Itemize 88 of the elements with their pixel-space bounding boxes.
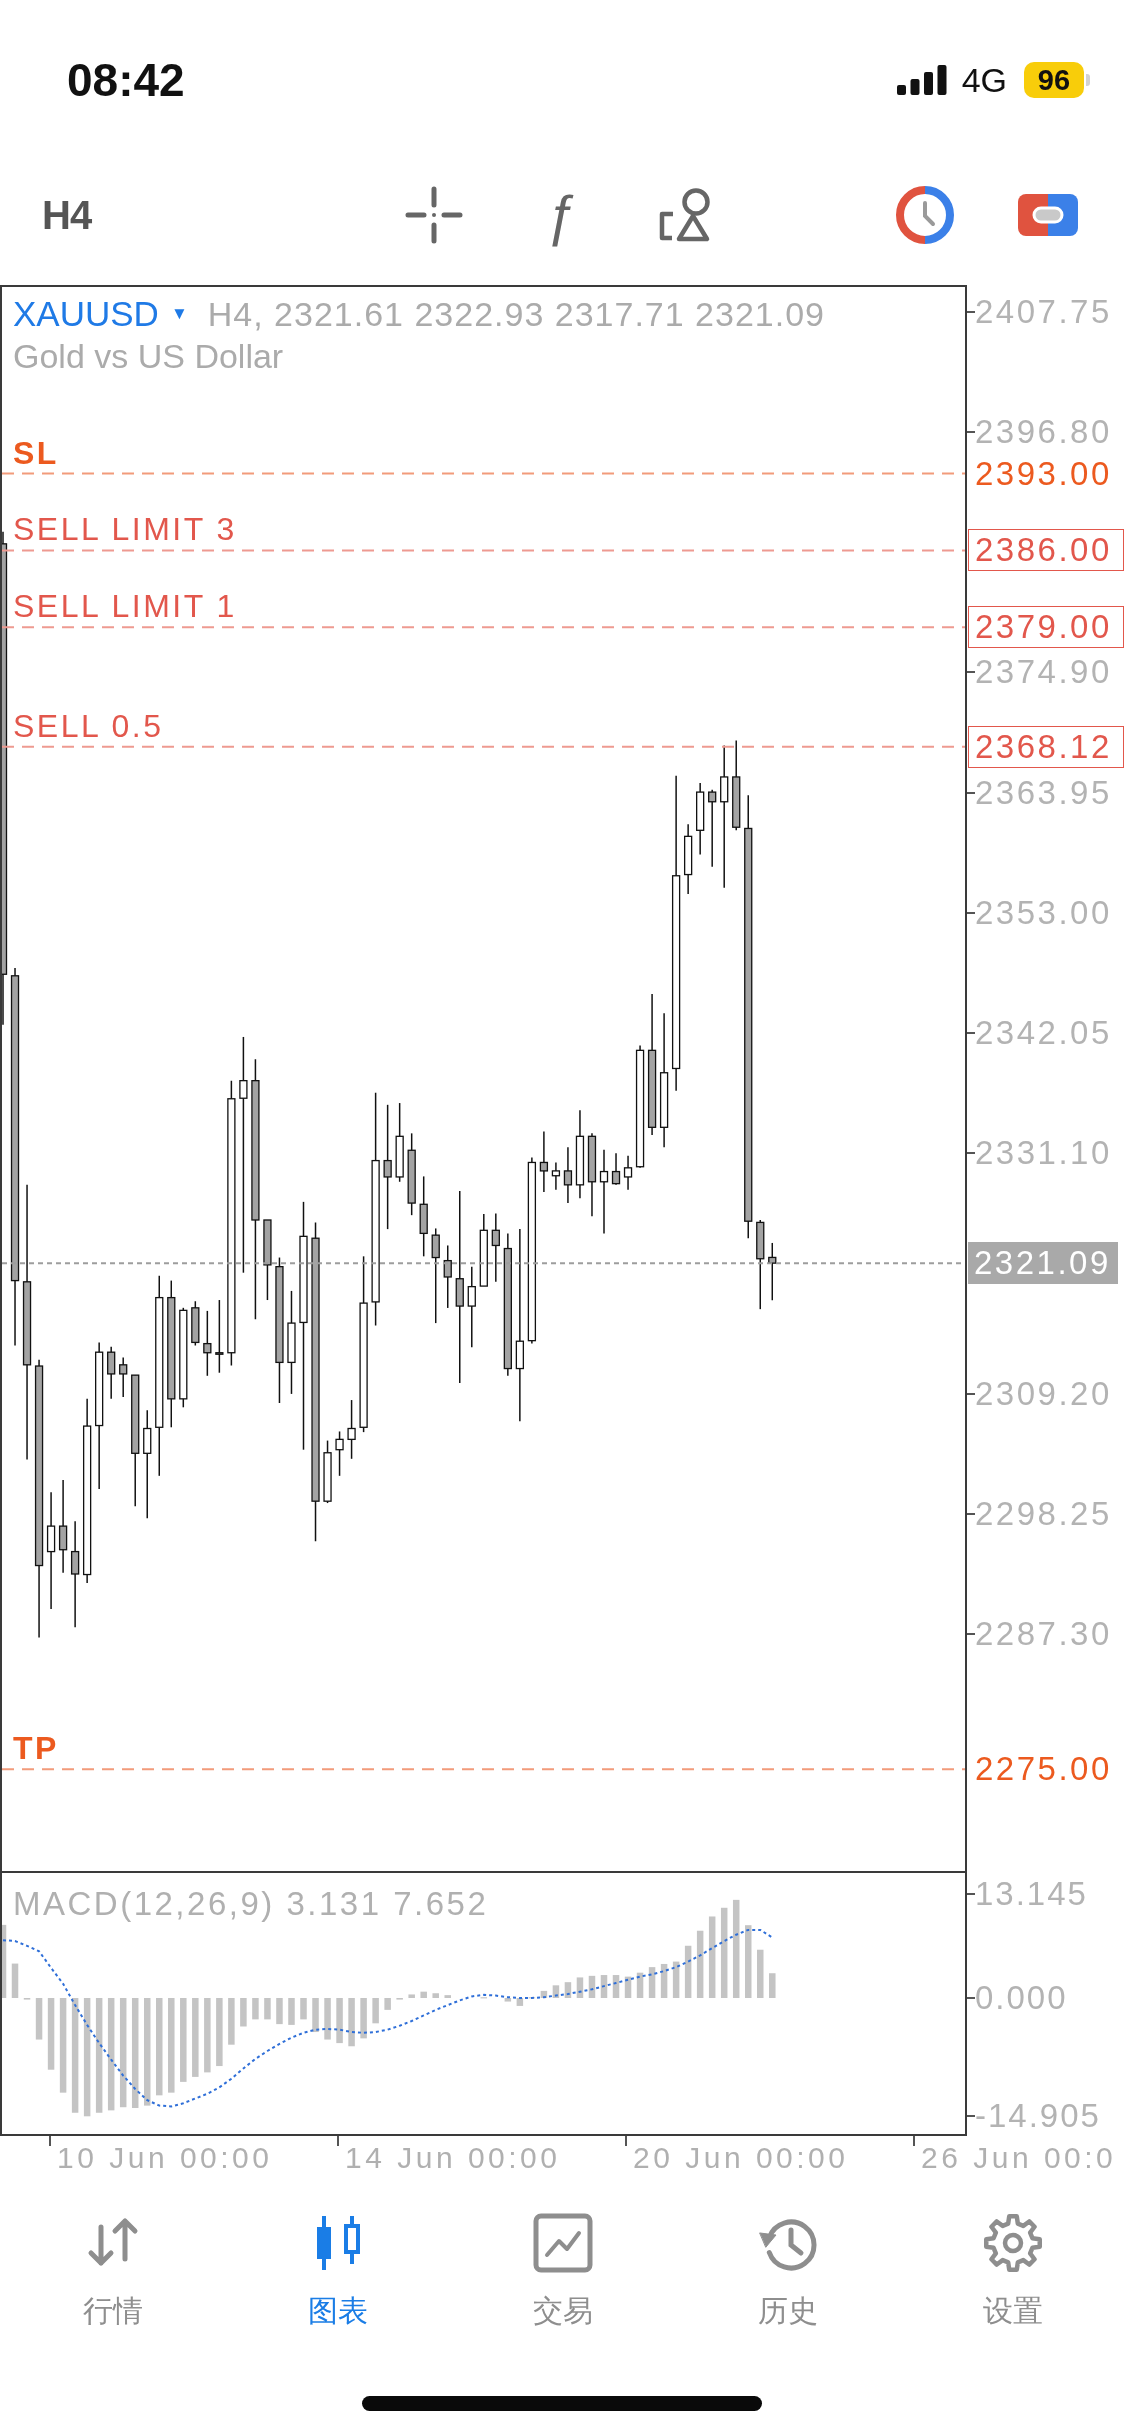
macd-bar — [348, 1998, 355, 2047]
macd-bar — [660, 1963, 668, 1998]
macd-bar — [696, 1930, 704, 1998]
macd-bar — [372, 1998, 379, 2024]
macd-bar — [288, 1998, 295, 2025]
order-label: SL — [13, 433, 59, 473]
clock-icon[interactable] — [895, 185, 956, 245]
macd-bar — [312, 1998, 319, 2033]
crosshair-icon[interactable] — [405, 186, 464, 244]
macd-bar — [504, 1998, 512, 2002]
macd-bar — [600, 1975, 608, 1998]
order-price-tag: 2368.12 — [968, 725, 1124, 768]
macd-bar — [564, 1982, 572, 1998]
macd-bar — [769, 1973, 776, 1998]
macd-bar — [552, 1985, 560, 1998]
macd-bar — [420, 1991, 427, 1998]
symbol-selector[interactable]: XAUUSD ▼ — [13, 293, 188, 335]
macd-bar — [757, 1949, 764, 1998]
price-label: 2342.05 — [975, 1013, 1112, 1053]
settings-icon — [982, 2213, 1043, 2273]
macd-bar — [636, 1972, 644, 1998]
order-price-tag: 2386.00 — [968, 529, 1124, 572]
macd-bar — [624, 1976, 632, 1998]
order-price-label: 2393.00 — [975, 453, 1112, 494]
battery-indicator: 96 — [1024, 62, 1090, 98]
macd-bar — [47, 1998, 55, 2070]
indicator-label: MACD(12,26,9) 3.131 7.652 — [12, 1884, 490, 1924]
nav-tab[interactable]: 图表 — [225, 2186, 450, 2336]
macd-bar — [35, 1998, 43, 2040]
date-label: 10 Jun 00:00 — [57, 2141, 273, 2174]
macd-bar — [11, 1963, 19, 1998]
nav-tab[interactable]: 设置 — [900, 2186, 1125, 2336]
price-label: 2298.25 — [975, 1493, 1112, 1534]
price-label: 2407.75 — [975, 291, 1112, 332]
indicator-axis-label: 13.145 — [975, 1873, 1088, 1914]
macd-bar — [276, 1998, 283, 2025]
order-label: TP — [13, 1729, 59, 1769]
shapes-icon[interactable] — [658, 188, 713, 242]
price-label: 2374.90 — [975, 652, 1112, 693]
date-label: 14 Jun 00:00 — [345, 2141, 561, 2174]
nav-tab[interactable]: 交易 — [450, 2186, 675, 2336]
order-price-tag: 2379.00 — [968, 606, 1124, 649]
macd-bar — [408, 1994, 415, 1998]
macd-bar — [300, 1998, 307, 2020]
macd-bar — [252, 1998, 259, 2020]
date-label: 20 Jun 00:00 — [633, 2141, 849, 2174]
macd-bar — [444, 1995, 451, 1998]
macd-bar — [648, 1967, 656, 1998]
indicator-axis-label: 0.000 — [975, 1978, 1068, 2018]
macd-bar — [684, 1945, 692, 1998]
toggle-icon[interactable] — [1018, 194, 1079, 236]
macd-bar — [540, 1990, 548, 1998]
macd-bar — [384, 1998, 391, 2010]
macd-bar — [360, 1998, 367, 2039]
price-label: 2287.30 — [975, 1614, 1112, 1655]
timeframe-button[interactable]: H4 — [42, 190, 92, 240]
current-price-tag: 2321.09 — [968, 1242, 1118, 1285]
macd-bar — [264, 1998, 271, 2020]
macd-bar — [324, 1998, 331, 2040]
macd-bar — [588, 1975, 596, 1998]
macd-bar — [612, 1975, 620, 1998]
macd-bar — [216, 1998, 223, 2067]
order-label: SELL LIMIT 3 — [13, 510, 237, 550]
price-label: 2331.10 — [975, 1133, 1112, 1174]
date-label: 26 Jun 00:0 — [921, 2141, 1117, 2174]
macd-bar — [576, 1977, 584, 1998]
line-chart-icon — [532, 2213, 593, 2273]
macd-bar — [336, 1998, 343, 2044]
order-price-label: 2275.00 — [975, 1749, 1112, 1790]
price-label: 2353.00 — [975, 892, 1112, 933]
order-label: SELL LIMIT 1 — [13, 587, 237, 627]
macd-bar — [240, 1998, 247, 2027]
price-label: 2363.95 — [975, 772, 1112, 813]
status-time: 08:42 — [67, 55, 185, 105]
ohlc-quote: H4, 2321.61 2322.93 2317.71 2321.09 — [207, 294, 825, 335]
symbol-description: Gold vs US Dollar — [13, 336, 285, 377]
price-label: 2309.20 — [975, 1373, 1112, 1414]
macd-bar — [432, 1993, 439, 1998]
signal-icon — [896, 65, 947, 95]
nav-tab[interactable]: 行情 — [0, 2186, 225, 2336]
macd-bar — [672, 1961, 680, 1998]
order-label: SELL 0.5 — [13, 706, 164, 746]
indicator-axis-label: -14.905 — [975, 2095, 1101, 2136]
nav-tab[interactable]: 历史 — [675, 2186, 900, 2336]
macd-bar — [516, 1998, 524, 2006]
macd-bar — [228, 1998, 235, 2045]
network-label: 4G — [961, 60, 1007, 100]
price-label: 2396.80 — [975, 411, 1112, 452]
